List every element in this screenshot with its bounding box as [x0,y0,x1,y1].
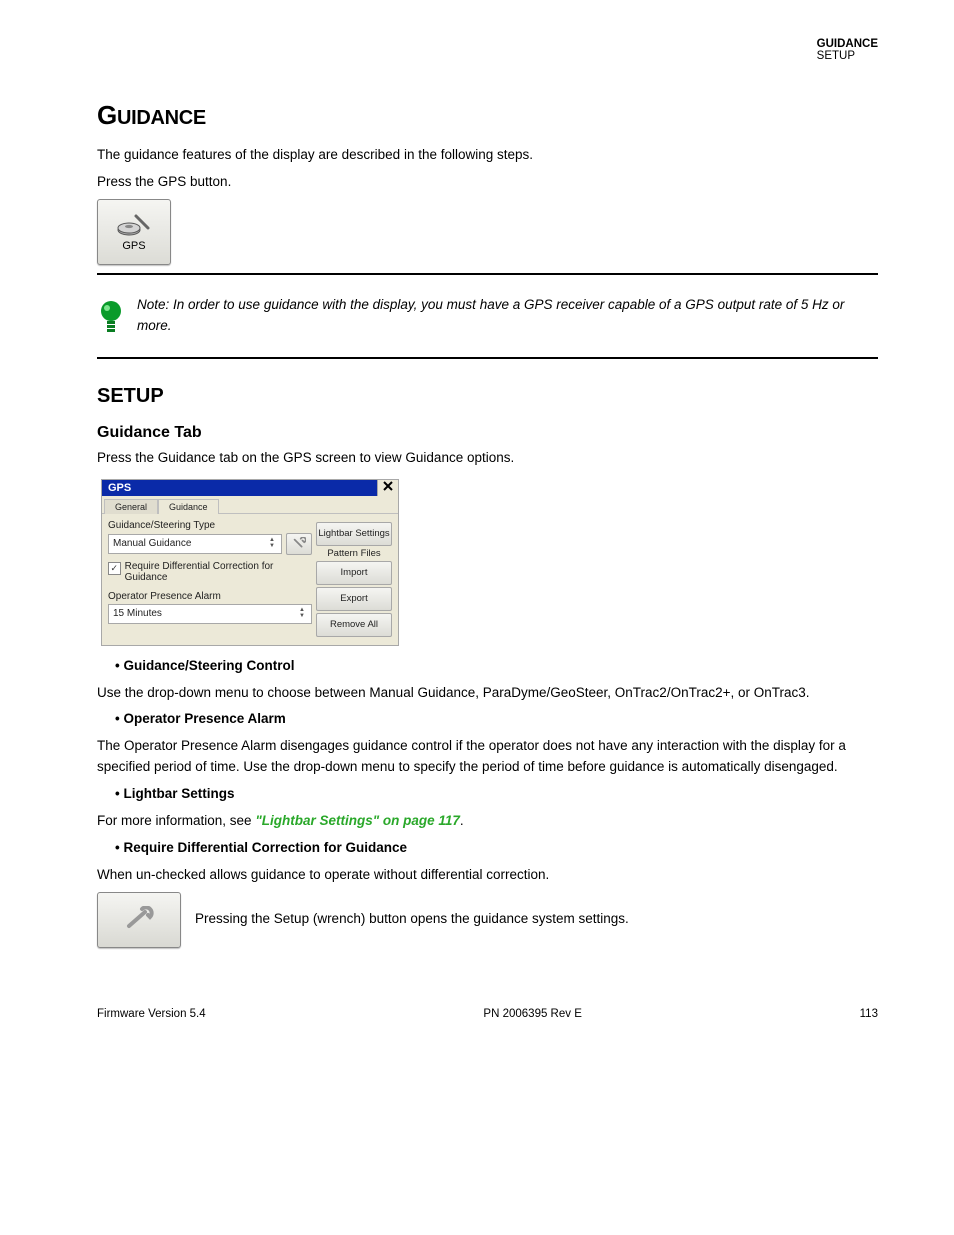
presence-body: The Operator Presence Alarm disengages g… [97,736,878,778]
divider [97,357,878,359]
adjust-line: Pressing the Setup (wrench) button opens… [195,909,629,930]
close-icon [382,480,394,492]
diff-title: • Require Differential Correction for Gu… [115,840,407,855]
dialog-titlebar: GPS [102,480,398,496]
presence-alarm-label: Operator Presence Alarm [108,591,312,602]
presence-title: • Operator Presence Alarm [115,711,286,726]
page-title: GUIDANCE [97,100,878,131]
diff-body: When un-checked allows guidance to opera… [97,865,878,886]
pattern-files-label: Pattern Files [316,548,392,559]
lightbulb-icon [97,299,125,333]
intro-text-1: The guidance features of the display are… [97,145,878,166]
setup-heading: SETUP [97,385,878,408]
page-footer: Firmware Version 5.4 PN 2006395 Rev E 11… [97,1008,878,1040]
lightbar-body: For more information, see "Lightbar Sett… [97,811,878,832]
spinner-icon: ▲▼ [299,607,307,621]
setup-line: Press the Guidance tab on the GPS screen… [97,448,878,469]
gps-dialog: GPS General Guidance Guidance/Steering T… [101,479,399,646]
tab-guidance[interactable]: Guidance [158,499,219,514]
import-button[interactable]: Import [316,561,392,585]
steering-control-body: Use the drop-down menu to choose between… [97,683,878,704]
steering-control-title: • Guidance/Steering Control [115,658,295,673]
running-header: GUIDANCE Setup [817,38,878,62]
setup-wrench-button[interactable] [97,892,181,948]
wrench-icon [123,906,155,934]
lightbar-settings-button[interactable]: Lightbar Settings [316,522,392,546]
divider [97,273,878,275]
require-diff-label: Require Differential Correction for Guid… [125,561,312,583]
guidance-tab-heading: Guidance Tab [97,424,878,442]
presence-alarm-select[interactable]: 15 Minutes ▲▼ [108,604,312,624]
lightbar-title: • Lightbar Settings [115,786,234,801]
steering-settings-button[interactable] [286,533,312,555]
dialog-title: GPS [108,482,131,494]
close-button[interactable] [377,480,398,496]
remove-all-button[interactable]: Remove All [316,613,392,637]
spinner-icon: ▲▼ [269,537,277,551]
gps-button[interactable]: GPS [97,199,171,265]
export-button[interactable]: Export [316,587,392,611]
gps-button-label: GPS [122,240,145,252]
gps-antenna-icon [117,212,151,238]
intro-text-2: Press the GPS button. [97,172,878,193]
require-diff-checkbox[interactable]: ✓ [108,562,121,575]
tip-text: Note: In order to use guidance with the … [137,295,878,337]
steering-type-select[interactable]: Manual Guidance ▲▼ [108,534,282,554]
tip-row: Note: In order to use guidance with the … [97,283,878,349]
wrench-icon [292,537,306,551]
steering-type-label: Guidance/Steering Type [108,520,312,531]
tab-general[interactable]: General [104,499,158,514]
